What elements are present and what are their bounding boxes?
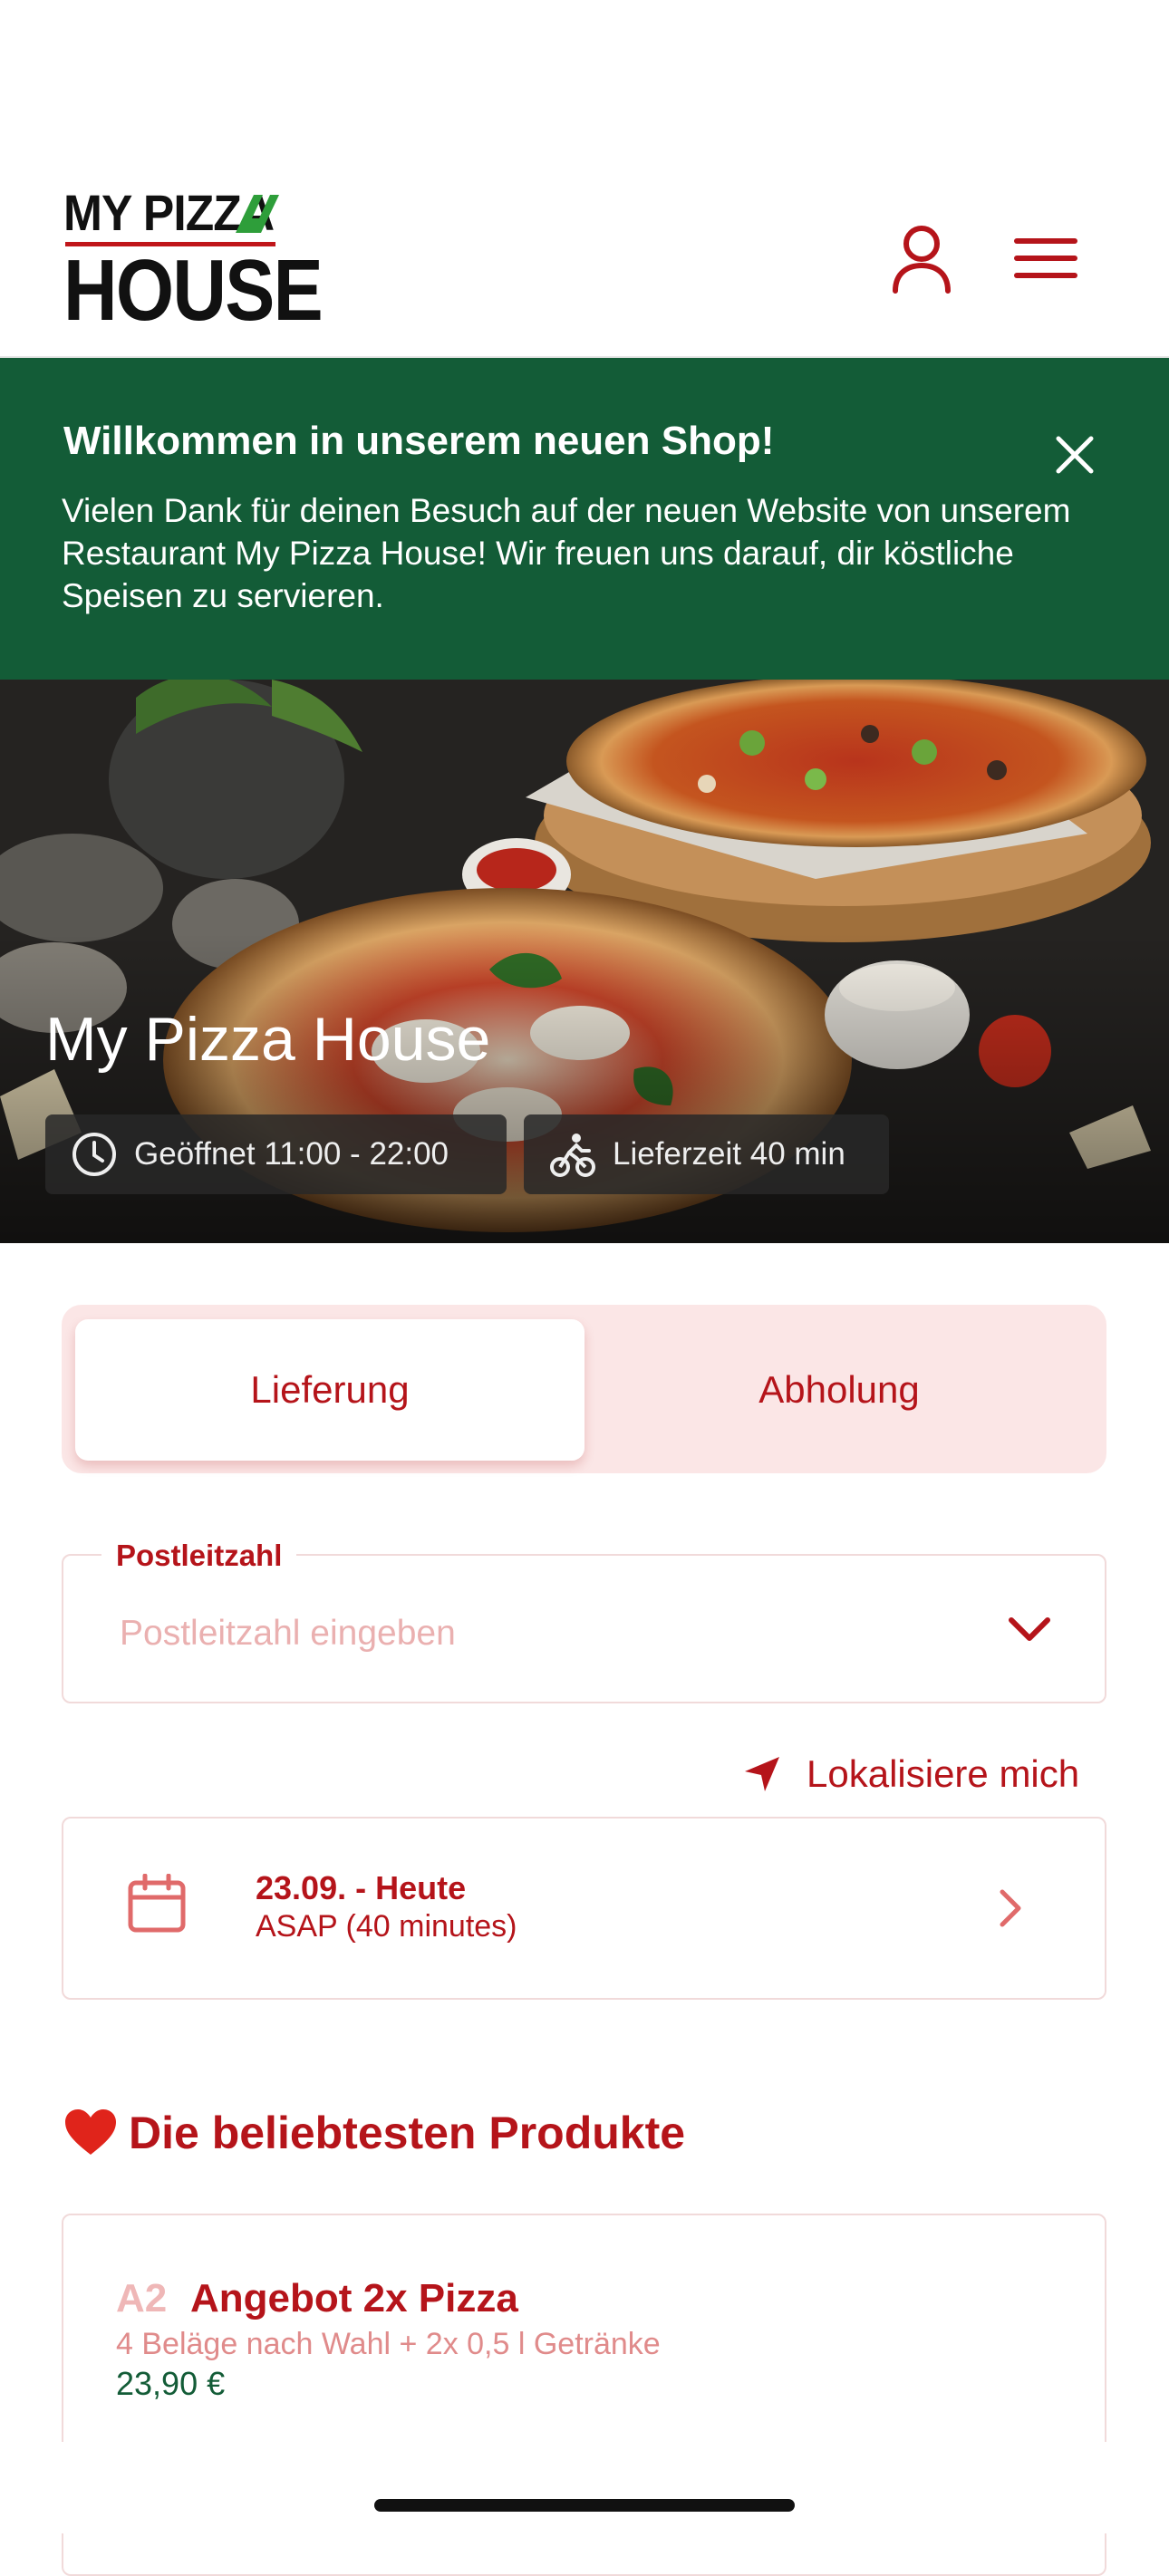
locate-me-link[interactable]: Lokalisiere mich xyxy=(743,1747,1079,1801)
product-name: Angebot 2x Pizza xyxy=(190,2276,518,2320)
logo-bottom-text: HOUSE xyxy=(63,242,324,339)
clock-icon xyxy=(72,1133,116,1176)
delivery-time-chip: Lieferzeit 40 min xyxy=(524,1114,889,1194)
restaurant-name: My Pizza House xyxy=(45,1005,491,1074)
chevron-right-icon xyxy=(1000,1889,1021,1927)
menu-icon[interactable] xyxy=(1013,236,1078,281)
banner-text: Vielen Dank für deinen Besuch auf der ne… xyxy=(62,492,1071,614)
logo-accent-mark xyxy=(236,195,279,233)
tab-pickup[interactable]: Abholung xyxy=(584,1319,1094,1461)
tab-delivery[interactable]: Lieferung xyxy=(75,1319,584,1461)
opening-hours-text: Geöffnet 11:00 - 22:00 xyxy=(134,1136,449,1172)
product-price: 23,90 € xyxy=(116,2365,226,2402)
postcode-label: Postleitzahl xyxy=(101,1539,297,1573)
home-indicator[interactable] xyxy=(374,2499,795,2512)
opening-hours-chip: Geöffnet 11:00 - 22:00 xyxy=(45,1114,507,1194)
brand-logo[interactable]: MY PIZZA HOUSE xyxy=(63,186,324,336)
banner-title: Willkommen in unserem neuen Shop! xyxy=(63,419,775,463)
close-icon[interactable] xyxy=(1053,433,1097,477)
product-description: 4 Beläge nach Wahl + 2x 0,5 l Getränke xyxy=(116,2327,661,2361)
bottom-safe-area xyxy=(0,2442,1169,2533)
popular-products-heading: Die beliebtesten Produkte xyxy=(63,2107,685,2159)
delivery-time-selector[interactable] xyxy=(62,1817,1106,2000)
chevron-down-icon[interactable] xyxy=(1008,1615,1051,1644)
product-code: A2 xyxy=(116,2276,168,2320)
heart-icon xyxy=(65,2109,116,2155)
cyclist-icon xyxy=(550,1134,595,1177)
selected-date: 23.09. - Heute xyxy=(256,1869,467,1906)
locate-me-label: Lokalisiere mich xyxy=(807,1752,1080,1795)
popular-products-title: Die beliebtesten Produkte xyxy=(129,2108,686,2158)
location-arrow-icon xyxy=(745,1757,779,1791)
delivery-time-text: Lieferzeit 40 min xyxy=(613,1136,845,1172)
calendar-icon xyxy=(128,1874,186,1933)
postcode-input[interactable] xyxy=(120,1608,935,1659)
selected-time: ASAP (40 minutes) xyxy=(256,1909,517,1944)
user-icon[interactable] xyxy=(890,222,953,294)
